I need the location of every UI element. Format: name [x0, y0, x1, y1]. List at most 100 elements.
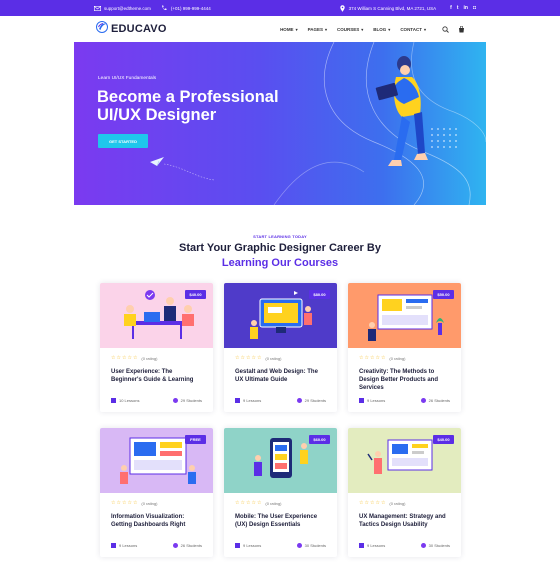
course-card[interactable]: $40.00 ☆ ☆ ☆ ☆ ☆ (0 rating) UX Management: S… — [348, 428, 461, 557]
students-count: 29 Students — [296, 398, 326, 403]
book-icon — [235, 543, 240, 548]
course-thumbnail[interactable]: $50.00 — [348, 283, 461, 348]
chevron-down-icon: ▾ — [423, 26, 426, 32]
linkedin-icon[interactable]: in — [464, 5, 468, 11]
menu: HOME ▾ PAGES ▾ COURSES ▾ BLOG ▾ CONTACT ▾ — [280, 27, 426, 32]
menu-item-contact[interactable]: CONTACT ▾ — [400, 27, 426, 32]
students-text: 30 Students — [428, 543, 450, 548]
students-text: 26 Students — [180, 543, 202, 548]
students-text: 29 Students — [304, 398, 326, 403]
star-icon: ☆ — [245, 500, 251, 506]
chevron-down-icon: ▾ — [361, 26, 364, 32]
user-icon — [172, 398, 178, 403]
lessons-text: 9 Lessons — [367, 543, 386, 548]
course-grid: $40.00 ☆ ☆ ☆ ☆ ☆ (0 rating) User Experience:… — [100, 283, 461, 557]
course-thumbnail[interactable]: $40.00 — [348, 428, 461, 493]
course-title[interactable]: UX Management: Strategy and Tactics Desi… — [359, 513, 450, 531]
logo-mark-icon — [96, 20, 108, 38]
star-icon: ☆ — [111, 500, 116, 506]
menu-item-blog[interactable]: BLOG ▾ — [373, 27, 390, 32]
top-bar: support@edtheme.com (+01) 999-999-4444 3… — [0, 0, 560, 16]
lessons-count: 10 Lessons — [111, 398, 139, 403]
course-card[interactable]: $40.00 ☆ ☆ ☆ ☆ ☆ (0 rating) User Experience:… — [100, 283, 213, 412]
menu-label: CONTACT — [400, 26, 422, 32]
main-nav: EDUCAVO HOME ▾ PAGES ▾ COURSES ▾ BLOG ▾ CONT… — [0, 16, 560, 42]
students-text: 30 Students — [304, 543, 326, 548]
lessons-text: 9 Lessons — [243, 398, 262, 403]
lessons-count: 9 Lessons — [359, 398, 385, 403]
mail-icon — [94, 5, 101, 12]
star-icon: ☆ — [116, 500, 121, 506]
menu-item-home[interactable]: HOME ▾ — [280, 27, 298, 32]
star-icon: ☆ — [251, 355, 256, 361]
menu-item-courses[interactable]: COURSES ▾ — [337, 27, 363, 32]
chevron-down-icon: ▾ — [325, 26, 328, 32]
star-icon: ☆ — [369, 500, 375, 506]
course-thumbnail[interactable]: $40.00 — [100, 283, 213, 348]
star-icon: ☆ — [235, 500, 240, 506]
rating-text: (0 rating) — [389, 501, 406, 506]
students-count: 26 Students — [172, 543, 202, 548]
rating-text: (0 rating) — [389, 356, 406, 361]
phone-icon — [161, 5, 168, 12]
star-icon: ☆ — [127, 355, 132, 361]
course-title[interactable]: Mobile: The User Experience (UX) Design … — [235, 513, 326, 531]
students-count: 26 Students — [420, 398, 450, 403]
star-icon: ☆ — [121, 355, 127, 361]
rating-text: (0 rating) — [265, 501, 282, 506]
hero-title: Become a Professional UI/UX Designer — [97, 88, 297, 124]
course-card[interactable]: $50.00 ☆ ☆ ☆ ☆ ☆ (0 rating) Creativity: The … — [348, 283, 461, 412]
email-link[interactable]: support@edtheme.com — [94, 5, 151, 12]
lessons-count: 9 Lessons — [111, 543, 137, 548]
courses-section-header: START LEARNING TODAY Start Your Graphic … — [0, 234, 560, 269]
user-icon — [172, 543, 178, 548]
star-icon: ☆ — [359, 355, 364, 361]
instagram-icon[interactable]: ◘ — [473, 5, 476, 11]
book-icon — [111, 543, 116, 548]
course-thumbnail[interactable]: $60.00 — [224, 428, 337, 493]
star-icon: ☆ — [240, 355, 245, 361]
price-badge: $50.00 — [433, 290, 454, 299]
menu-item-pages[interactable]: PAGES ▾ — [308, 27, 327, 32]
course-title[interactable]: Information Visualization: Getting Dashb… — [111, 513, 202, 531]
course-thumbnail[interactable]: FREE — [100, 428, 213, 493]
search-icon[interactable] — [442, 20, 449, 38]
phone-link[interactable]: (+01) 999-999-4444 — [161, 5, 211, 12]
course-card[interactable]: FREE ☆ ☆ ☆ ☆ ☆ (0 rating) Information Visual… — [100, 428, 213, 557]
course-card[interactable]: $60.00 ☆ ☆ ☆ ☆ ☆ (0 rating) Mobile: The User… — [224, 428, 337, 557]
user-icon — [296, 543, 302, 548]
course-title[interactable]: Creativity: The Methods to Design Better… — [359, 368, 450, 391]
course-title[interactable]: User Experience: The Beginner's Guide & … — [111, 368, 202, 386]
star-icon: ☆ — [256, 355, 262, 361]
facebook-icon[interactable]: f — [450, 5, 452, 11]
book-icon — [359, 398, 364, 403]
star-icon: ☆ — [369, 355, 375, 361]
book-icon — [359, 543, 364, 548]
cart-icon[interactable] — [458, 20, 465, 38]
twitter-icon[interactable]: t — [457, 5, 459, 11]
lessons-count: 9 Lessons — [235, 398, 261, 403]
course-thumbnail[interactable]: $80.00 — [224, 283, 337, 348]
lessons-text: 10 Lessons — [119, 398, 140, 403]
logo[interactable]: EDUCAVO — [96, 20, 167, 38]
user-icon — [420, 398, 426, 403]
user-icon — [420, 543, 426, 548]
section-kicker: START LEARNING TODAY — [253, 234, 307, 239]
star-icon: ☆ — [375, 500, 380, 506]
rating-text: (0 rating) — [265, 356, 282, 361]
course-title[interactable]: Gestalt and Web Design: The UX Ultimate … — [235, 368, 326, 386]
star-icon: ☆ — [364, 500, 369, 506]
user-icon — [296, 398, 302, 403]
students-count: 29 Students — [172, 398, 202, 403]
star-icon: ☆ — [132, 355, 138, 361]
book-icon — [111, 398, 116, 403]
rating: ☆ ☆ ☆ ☆ ☆ (0 rating) — [111, 500, 202, 507]
course-card[interactable]: $80.00 ☆ ☆ ☆ ☆ ☆ (0 rating) Gestalt and Web … — [224, 283, 337, 412]
menu-label: COURSES — [337, 26, 360, 32]
price-badge: $40.00 — [433, 435, 454, 444]
price-badge: $60.00 — [309, 435, 330, 444]
students-text: 26 Students — [428, 398, 450, 403]
get-started-button[interactable]: GET STARTED — [98, 134, 148, 148]
price-badge: $80.00 — [309, 290, 330, 299]
hero-title-line2: UI/UX Designer — [97, 106, 217, 124]
